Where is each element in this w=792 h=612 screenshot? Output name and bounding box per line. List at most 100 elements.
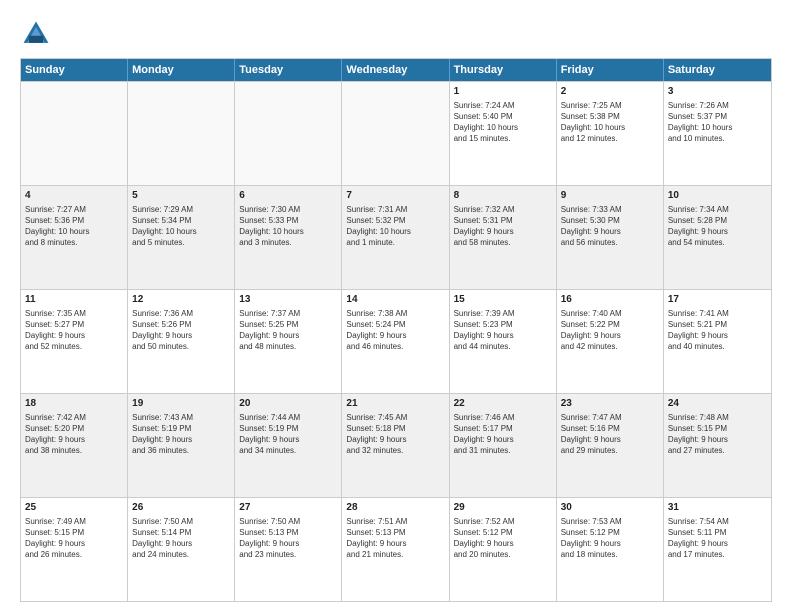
calendar-cell: 5Sunrise: 7:29 AM Sunset: 5:34 PM Daylig…	[128, 186, 235, 289]
day-number: 20	[239, 397, 337, 411]
cell-text: Sunrise: 7:50 AM Sunset: 5:13 PM Dayligh…	[239, 516, 337, 561]
cell-text: Sunrise: 7:33 AM Sunset: 5:30 PM Dayligh…	[561, 204, 659, 249]
calendar-cell: 15Sunrise: 7:39 AM Sunset: 5:23 PM Dayli…	[450, 290, 557, 393]
cell-text: Sunrise: 7:48 AM Sunset: 5:15 PM Dayligh…	[668, 412, 767, 457]
logo	[20, 18, 56, 50]
calendar-cell: 24Sunrise: 7:48 AM Sunset: 5:15 PM Dayli…	[664, 394, 771, 497]
day-number: 19	[132, 397, 230, 411]
calendar: SundayMondayTuesdayWednesdayThursdayFrid…	[20, 58, 772, 602]
calendar-cell: 1Sunrise: 7:24 AM Sunset: 5:40 PM Daylig…	[450, 82, 557, 185]
logo-icon	[20, 18, 52, 50]
calendar-body: 1Sunrise: 7:24 AM Sunset: 5:40 PM Daylig…	[21, 81, 771, 601]
day-number: 9	[561, 189, 659, 203]
day-number: 15	[454, 293, 552, 307]
cell-text: Sunrise: 7:30 AM Sunset: 5:33 PM Dayligh…	[239, 204, 337, 249]
calendar-cell: 31Sunrise: 7:54 AM Sunset: 5:11 PM Dayli…	[664, 498, 771, 601]
cell-text: Sunrise: 7:49 AM Sunset: 5:15 PM Dayligh…	[25, 516, 123, 561]
calendar-cell: 20Sunrise: 7:44 AM Sunset: 5:19 PM Dayli…	[235, 394, 342, 497]
cell-text: Sunrise: 7:45 AM Sunset: 5:18 PM Dayligh…	[346, 412, 444, 457]
cell-text: Sunrise: 7:54 AM Sunset: 5:11 PM Dayligh…	[668, 516, 767, 561]
calendar-row: 4Sunrise: 7:27 AM Sunset: 5:36 PM Daylig…	[21, 185, 771, 289]
day-number: 16	[561, 293, 659, 307]
calendar-cell	[21, 82, 128, 185]
day-number: 13	[239, 293, 337, 307]
cell-text: Sunrise: 7:26 AM Sunset: 5:37 PM Dayligh…	[668, 100, 767, 145]
calendar-header: SundayMondayTuesdayWednesdayThursdayFrid…	[21, 59, 771, 81]
cell-text: Sunrise: 7:27 AM Sunset: 5:36 PM Dayligh…	[25, 204, 123, 249]
cell-text: Sunrise: 7:34 AM Sunset: 5:28 PM Dayligh…	[668, 204, 767, 249]
day-number: 31	[668, 501, 767, 515]
cell-text: Sunrise: 7:53 AM Sunset: 5:12 PM Dayligh…	[561, 516, 659, 561]
cell-text: Sunrise: 7:38 AM Sunset: 5:24 PM Dayligh…	[346, 308, 444, 353]
calendar-header-cell: Saturday	[664, 59, 771, 81]
day-number: 29	[454, 501, 552, 515]
calendar-cell: 3Sunrise: 7:26 AM Sunset: 5:37 PM Daylig…	[664, 82, 771, 185]
calendar-header-cell: Tuesday	[235, 59, 342, 81]
day-number: 4	[25, 189, 123, 203]
calendar-cell: 12Sunrise: 7:36 AM Sunset: 5:26 PM Dayli…	[128, 290, 235, 393]
cell-text: Sunrise: 7:37 AM Sunset: 5:25 PM Dayligh…	[239, 308, 337, 353]
cell-text: Sunrise: 7:42 AM Sunset: 5:20 PM Dayligh…	[25, 412, 123, 457]
calendar-cell: 22Sunrise: 7:46 AM Sunset: 5:17 PM Dayli…	[450, 394, 557, 497]
calendar-row: 25Sunrise: 7:49 AM Sunset: 5:15 PM Dayli…	[21, 497, 771, 601]
day-number: 10	[668, 189, 767, 203]
calendar-cell: 9Sunrise: 7:33 AM Sunset: 5:30 PM Daylig…	[557, 186, 664, 289]
cell-text: Sunrise: 7:25 AM Sunset: 5:38 PM Dayligh…	[561, 100, 659, 145]
calendar-cell: 30Sunrise: 7:53 AM Sunset: 5:12 PM Dayli…	[557, 498, 664, 601]
day-number: 11	[25, 293, 123, 307]
cell-text: Sunrise: 7:52 AM Sunset: 5:12 PM Dayligh…	[454, 516, 552, 561]
calendar-cell: 18Sunrise: 7:42 AM Sunset: 5:20 PM Dayli…	[21, 394, 128, 497]
calendar-header-cell: Monday	[128, 59, 235, 81]
calendar-cell: 25Sunrise: 7:49 AM Sunset: 5:15 PM Dayli…	[21, 498, 128, 601]
cell-text: Sunrise: 7:32 AM Sunset: 5:31 PM Dayligh…	[454, 204, 552, 249]
calendar-header-cell: Thursday	[450, 59, 557, 81]
day-number: 7	[346, 189, 444, 203]
cell-text: Sunrise: 7:39 AM Sunset: 5:23 PM Dayligh…	[454, 308, 552, 353]
day-number: 14	[346, 293, 444, 307]
cell-text: Sunrise: 7:24 AM Sunset: 5:40 PM Dayligh…	[454, 100, 552, 145]
calendar-cell: 10Sunrise: 7:34 AM Sunset: 5:28 PM Dayli…	[664, 186, 771, 289]
calendar-cell	[128, 82, 235, 185]
page: SundayMondayTuesdayWednesdayThursdayFrid…	[0, 0, 792, 612]
day-number: 27	[239, 501, 337, 515]
day-number: 8	[454, 189, 552, 203]
calendar-header-cell: Wednesday	[342, 59, 449, 81]
calendar-cell: 28Sunrise: 7:51 AM Sunset: 5:13 PM Dayli…	[342, 498, 449, 601]
cell-text: Sunrise: 7:46 AM Sunset: 5:17 PM Dayligh…	[454, 412, 552, 457]
calendar-cell	[342, 82, 449, 185]
day-number: 21	[346, 397, 444, 411]
day-number: 3	[668, 85, 767, 99]
calendar-cell: 14Sunrise: 7:38 AM Sunset: 5:24 PM Dayli…	[342, 290, 449, 393]
day-number: 5	[132, 189, 230, 203]
day-number: 2	[561, 85, 659, 99]
calendar-cell: 23Sunrise: 7:47 AM Sunset: 5:16 PM Dayli…	[557, 394, 664, 497]
calendar-cell: 2Sunrise: 7:25 AM Sunset: 5:38 PM Daylig…	[557, 82, 664, 185]
calendar-header-cell: Sunday	[21, 59, 128, 81]
calendar-cell: 21Sunrise: 7:45 AM Sunset: 5:18 PM Dayli…	[342, 394, 449, 497]
day-number: 28	[346, 501, 444, 515]
cell-text: Sunrise: 7:31 AM Sunset: 5:32 PM Dayligh…	[346, 204, 444, 249]
calendar-cell: 6Sunrise: 7:30 AM Sunset: 5:33 PM Daylig…	[235, 186, 342, 289]
cell-text: Sunrise: 7:43 AM Sunset: 5:19 PM Dayligh…	[132, 412, 230, 457]
calendar-cell: 26Sunrise: 7:50 AM Sunset: 5:14 PM Dayli…	[128, 498, 235, 601]
calendar-cell: 27Sunrise: 7:50 AM Sunset: 5:13 PM Dayli…	[235, 498, 342, 601]
day-number: 30	[561, 501, 659, 515]
day-number: 18	[25, 397, 123, 411]
day-number: 23	[561, 397, 659, 411]
calendar-header-cell: Friday	[557, 59, 664, 81]
calendar-cell: 29Sunrise: 7:52 AM Sunset: 5:12 PM Dayli…	[450, 498, 557, 601]
calendar-cell: 11Sunrise: 7:35 AM Sunset: 5:27 PM Dayli…	[21, 290, 128, 393]
day-number: 6	[239, 189, 337, 203]
day-number: 1	[454, 85, 552, 99]
cell-text: Sunrise: 7:41 AM Sunset: 5:21 PM Dayligh…	[668, 308, 767, 353]
cell-text: Sunrise: 7:40 AM Sunset: 5:22 PM Dayligh…	[561, 308, 659, 353]
day-number: 22	[454, 397, 552, 411]
calendar-cell: 7Sunrise: 7:31 AM Sunset: 5:32 PM Daylig…	[342, 186, 449, 289]
calendar-row: 11Sunrise: 7:35 AM Sunset: 5:27 PM Dayli…	[21, 289, 771, 393]
calendar-cell: 19Sunrise: 7:43 AM Sunset: 5:19 PM Dayli…	[128, 394, 235, 497]
calendar-row: 18Sunrise: 7:42 AM Sunset: 5:20 PM Dayli…	[21, 393, 771, 497]
header	[20, 18, 772, 50]
cell-text: Sunrise: 7:35 AM Sunset: 5:27 PM Dayligh…	[25, 308, 123, 353]
calendar-cell: 17Sunrise: 7:41 AM Sunset: 5:21 PM Dayli…	[664, 290, 771, 393]
cell-text: Sunrise: 7:44 AM Sunset: 5:19 PM Dayligh…	[239, 412, 337, 457]
